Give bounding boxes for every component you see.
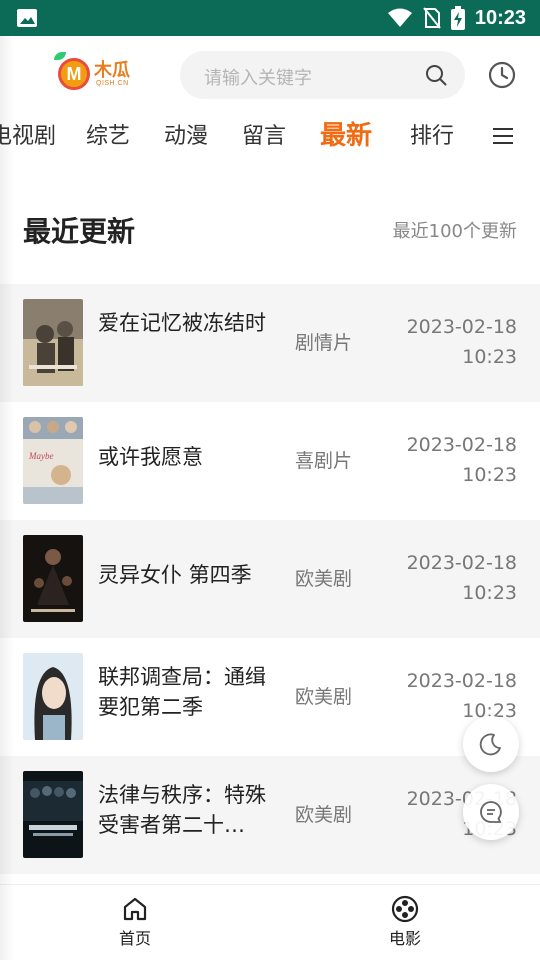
item-time: 10:23: [462, 582, 517, 604]
poster-image[interactable]: [23, 299, 83, 386]
chat-bubble-icon: [480, 801, 502, 823]
item-timestamp: 2023-02-18 10:23: [407, 312, 517, 372]
nav-home[interactable]: 首页: [95, 895, 175, 949]
bottom-navigation: 首页 电影: [0, 884, 540, 960]
feedback-button[interactable]: [463, 784, 519, 840]
app-header: M 木瓜 QISH.CN 请输入关键字: [0, 36, 540, 112]
list-item[interactable]: 灵异女仆 第四季 欧美剧 2023-02-18 10:23: [0, 520, 540, 638]
item-title[interactable]: 爱在记忆被冻结时: [98, 308, 270, 338]
logo-text: 木瓜: [94, 60, 130, 81]
list-item[interactable]: 联邦调查局：通缉要犯第二季 欧美剧 2023-02-18 10:23: [0, 638, 540, 756]
logo-leaf: [54, 52, 66, 60]
section-subtitle: 最近100个更新: [392, 221, 517, 242]
item-timestamp: 2023-02-18 10:23: [407, 548, 517, 608]
image-notification-icon: [17, 9, 37, 27]
poster-image[interactable]: Maybe: [23, 417, 83, 504]
tab-variety[interactable]: 综艺: [86, 118, 130, 150]
list-item[interactable]: Maybe 或许我愿意 喜剧片 2023-02-18 10:23: [0, 402, 540, 520]
item-title[interactable]: 联邦调查局：通缉要犯第二季: [98, 662, 270, 722]
item-date: 2023-02-18: [406, 670, 517, 692]
nav-movies-label: 电影: [388, 929, 421, 948]
item-title[interactable]: 灵异女仆 第四季: [98, 560, 270, 590]
logo-subtext: QISH.CN: [96, 80, 129, 87]
poster-image[interactable]: [23, 535, 83, 622]
nav-movies[interactable]: 电影: [365, 895, 445, 949]
history-clock-icon[interactable]: [488, 61, 516, 89]
item-title[interactable]: 或许我愿意: [98, 442, 270, 472]
item-date: 2023-02-18: [406, 552, 517, 574]
menu-icon[interactable]: [492, 126, 514, 146]
poster-image[interactable]: [23, 771, 83, 858]
item-genre: 欧美剧: [295, 686, 353, 708]
item-genre: 剧情片: [295, 332, 353, 354]
item-genre: 欧美剧: [295, 804, 353, 826]
film-reel-icon: [391, 895, 419, 923]
item-genre: 欧美剧: [295, 568, 353, 590]
svg-text:Maybe: Maybe: [28, 451, 54, 461]
wifi-icon: [387, 8, 412, 27]
nav-home-label: 首页: [118, 929, 151, 948]
section-header: 最近更新 最近100个更新: [0, 172, 540, 284]
tab-anime[interactable]: 动漫: [164, 118, 208, 150]
search-icon[interactable]: [425, 64, 447, 86]
latest-updates-content: 最近更新 最近100个更新 爱在记忆被冻结时 剧情片 2023-02-18 10…: [0, 172, 540, 884]
tab-latest[interactable]: 最新: [320, 115, 372, 152]
item-genre: 喜剧片: [295, 450, 353, 472]
tab-messages[interactable]: 留言: [242, 118, 286, 150]
dark-mode-toggle-button[interactable]: [463, 716, 519, 772]
search-input[interactable]: 请输入关键字: [180, 51, 465, 99]
category-tabs: 电视剧 综艺 动漫 留言 最新 排行: [0, 112, 540, 162]
item-date: 2023-02-18: [406, 434, 517, 456]
no-sim-icon: [423, 7, 441, 29]
item-title[interactable]: 法律与秩序：特殊受害者第二十…: [98, 780, 270, 840]
item-time: 10:23: [462, 346, 517, 368]
poster-image[interactable]: [23, 653, 83, 740]
home-icon: [123, 897, 147, 921]
item-date: 2023-02-18: [406, 316, 517, 338]
item-timestamp: 2023-02-18 10:23: [407, 430, 517, 490]
list-item[interactable]: 法律与秩序：特殊受害者第二十… 欧美剧 2023-02-18 10:23: [0, 756, 540, 874]
battery-charging-icon: [450, 6, 465, 30]
moon-icon: [479, 733, 501, 756]
section-title: 最近更新: [23, 215, 136, 248]
tab-tv-series[interactable]: 电视剧: [0, 118, 56, 150]
status-time: 10:23: [474, 6, 526, 29]
list-item[interactable]: 爱在记忆被冻结时 剧情片 2023-02-18 10:23: [0, 284, 540, 402]
tab-ranking[interactable]: 排行: [410, 118, 454, 150]
logo-mark: M: [58, 58, 90, 90]
update-list: 爱在记忆被冻结时 剧情片 2023-02-18 10:23 Maybe 或许我愿…: [0, 284, 540, 874]
app-logo[interactable]: M 木瓜 QISH.CN: [50, 50, 134, 94]
item-time: 10:23: [462, 464, 517, 486]
search-placeholder: 请输入关键字: [204, 68, 312, 89]
status-bar: 10:23: [0, 0, 540, 36]
